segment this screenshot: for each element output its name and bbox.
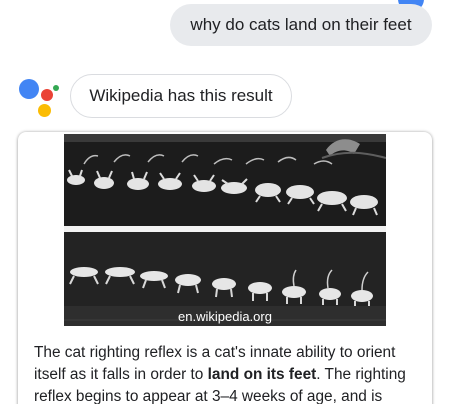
assistant-reply-bubble: Wikipedia has this result <box>70 74 292 118</box>
wikipedia-result-card[interactable]: en.wikipedia.org The cat righting reflex… <box>18 132 432 404</box>
snippet-bold-text: land on its feet <box>207 366 317 383</box>
assistant-green-dot <box>53 85 59 91</box>
image-source-caption[interactable]: en.wikipedia.org <box>64 306 386 326</box>
assistant-screen: why do cats land on their feet Wikipedia… <box>0 0 450 404</box>
photo-divider <box>64 226 386 232</box>
assistant-red-dot <box>41 89 53 101</box>
assistant-yellow-dot <box>38 104 51 117</box>
wikipedia-snippet: The cat righting reflex is a cat's innat… <box>34 342 414 404</box>
image-source-text: en.wikipedia.org <box>178 308 272 324</box>
cat-falling-photo[interactable]: en.wikipedia.org <box>64 134 386 326</box>
user-query-bubble: why do cats land on their feet <box>170 4 432 46</box>
google-assistant-dots-icon <box>16 74 62 120</box>
assistant-reply-text: Wikipedia has this result <box>89 86 273 105</box>
assistant-blue-dot <box>19 79 39 99</box>
user-query-text: why do cats land on their feet <box>190 15 412 34</box>
cat-falling-image <box>64 134 386 326</box>
